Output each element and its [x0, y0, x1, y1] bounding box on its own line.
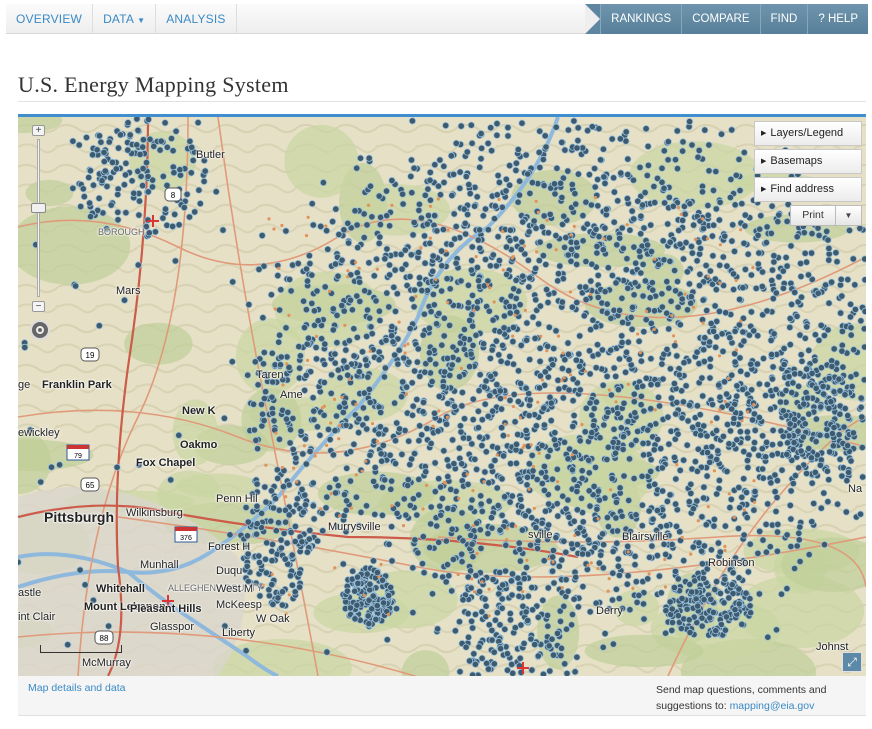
locate-icon[interactable] [30, 320, 50, 340]
page-title: U.S. Energy Mapping System [18, 72, 289, 97]
nav-find[interactable]: FIND [759, 4, 808, 34]
place-label: sville [528, 529, 553, 541]
place-label: Penn Hil [216, 493, 258, 505]
contact-prefix: suggestions to: [656, 700, 727, 712]
nav-overview[interactable]: OVERVIEW [6, 4, 94, 34]
place-label: Whitehall [96, 583, 145, 595]
contact-email-link[interactable]: mapping@eia.gov [730, 700, 815, 712]
svg-text:376: 376 [180, 535, 192, 542]
zoom-out-button[interactable]: − [32, 301, 45, 312]
map-tools-panel: ▶ Layers/Legend ▶ Basemaps ▶ Find address [754, 121, 862, 205]
svg-text:8: 8 [171, 191, 176, 200]
place-label: ge [18, 379, 31, 391]
nav-analysis[interactable]: ANALYSIS [156, 4, 237, 34]
place-label: Duqu [216, 565, 243, 577]
nav-help[interactable]: ? HELP [807, 4, 868, 34]
place-label: Forest H [208, 541, 251, 553]
place-label: BOROUGH [98, 227, 145, 237]
place-label: Mars [116, 285, 141, 297]
basemaps-button[interactable]: ▶ Basemaps [754, 149, 862, 174]
basemap-canvas[interactable]: 8 19 65 88 376 79 [18, 117, 866, 676]
contact-line-2: suggestions to: mapping@eia.gov [656, 698, 856, 714]
zoom-slider[interactable]: + − [31, 125, 46, 315]
route-shield-88: 88 [94, 630, 114, 645]
route-shield-8: 8 [164, 187, 182, 202]
nav-data-label: DATA [103, 12, 135, 26]
place-label: Na [848, 483, 863, 495]
place-label: int Clair [18, 611, 56, 623]
place-label: Oakmo [180, 439, 218, 451]
place-label: Munhall [140, 559, 179, 571]
contact-text: Send map questions, comments and suggest… [656, 682, 856, 714]
place-label: Derry [596, 605, 623, 617]
place-label: ewickley [18, 427, 60, 439]
scale-bar [40, 645, 122, 653]
triangle-right-icon: ▶ [761, 130, 767, 137]
basemaps-label: Basemaps [770, 155, 823, 167]
triangle-right-icon: ▶ [761, 158, 767, 165]
place-label: West M [216, 583, 254, 595]
place-label: Liberty [222, 627, 256, 639]
nav-compare[interactable]: COMPARE [681, 4, 760, 34]
place-label: Glasspor [150, 621, 195, 633]
zoom-in-button[interactable]: + [32, 125, 45, 136]
place-label: Murrysville [328, 521, 381, 533]
route-shield-79: 79 [66, 444, 90, 461]
fullscreen-icon[interactable]: ⤢ [842, 652, 862, 672]
place-label: Butler [196, 149, 225, 161]
map-footer: Map details and data Send map questions,… [18, 676, 866, 716]
find-address-button[interactable]: ▶ Find address [754, 177, 862, 202]
route-shield-19: 19 [80, 347, 100, 362]
place-label: Fox Chapel [136, 457, 196, 469]
map-details-link[interactable]: Map details and data [28, 682, 125, 694]
print-button[interactable]: Print [790, 205, 836, 226]
place-label: W Oak [256, 613, 290, 625]
find-address-label: Find address [770, 183, 834, 195]
svg-text:65: 65 [86, 481, 95, 490]
nav-arrow-icon [585, 4, 601, 34]
caret-down-icon: ▼ [137, 16, 146, 25]
place-label: McKeesp [216, 599, 262, 611]
chevron-down-icon: ▼ [844, 211, 853, 220]
print-options-button[interactable]: ▼ [836, 205, 862, 226]
triangle-right-icon: ▶ [761, 186, 767, 193]
secondary-nav: RANKINGS COMPARE FIND ? HELP [585, 4, 868, 34]
svg-text:88: 88 [100, 634, 109, 643]
print-controls: Print ▼ [790, 205, 862, 226]
map-viewport[interactable]: 8 19 65 88 376 79 Butler BOROUGH Mars ge… [18, 114, 866, 676]
route-shield-65: 65 [80, 477, 100, 492]
route-shield-376: 376 [174, 526, 198, 543]
zoom-track[interactable] [37, 139, 40, 297]
place-label: Franklin Park [42, 379, 112, 391]
place-label: Taren [256, 369, 284, 381]
place-label: Blairsville [622, 531, 669, 543]
svg-text:79: 79 [74, 453, 82, 460]
svg-text:19: 19 [86, 351, 95, 360]
title-divider [18, 101, 866, 102]
place-label: astle [18, 587, 42, 599]
place-label: Wilkinsburg [126, 507, 183, 519]
place-label: Ame [280, 389, 303, 401]
layers-legend-button[interactable]: ▶ Layers/Legend [754, 121, 862, 146]
zoom-thumb[interactable] [31, 203, 46, 213]
nav-rankings[interactable]: RANKINGS [600, 4, 682, 34]
top-navigation: OVERVIEW DATA ▼ ANALYSIS RANKINGS COMPARE… [6, 4, 868, 34]
place-label: McMurray [82, 657, 131, 669]
layers-legend-label: Layers/Legend [770, 127, 844, 139]
nav-data[interactable]: DATA ▼ [93, 4, 157, 34]
place-label: Pleasant Hills [130, 603, 202, 615]
contact-line-1: Send map questions, comments and [656, 684, 827, 696]
place-label: Robinson [708, 557, 755, 569]
primary-nav: OVERVIEW DATA ▼ ANALYSIS [6, 4, 237, 34]
place-label: Pittsburgh [44, 509, 114, 525]
place-label: New K [182, 405, 216, 417]
